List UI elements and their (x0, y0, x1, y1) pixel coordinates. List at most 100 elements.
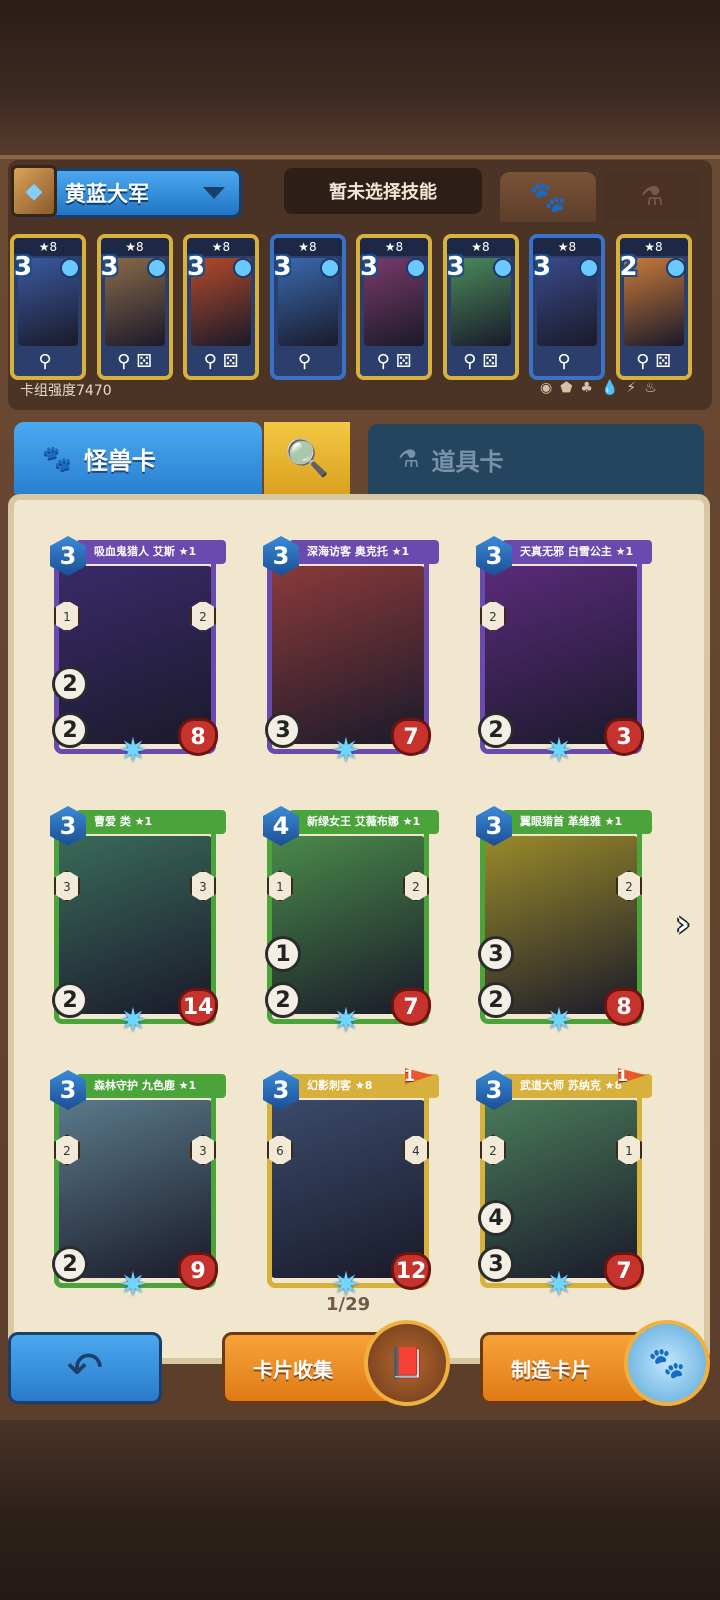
element-icon (665, 258, 686, 278)
staff-icon: ⚲ (463, 350, 477, 372)
star-icon: ✷ (544, 1265, 574, 1305)
monster-card[interactable]: 武道大师 苏纳克 ★8 3 2 1 4 3 ✷ 7 1 (476, 1066, 652, 1305)
card-hp: 8 (604, 988, 644, 1026)
monster-card[interactable]: 新绿女王 艾薇布娜 ★1 4 1 2 1 2 ✷ 7 (263, 806, 439, 1038)
tab-item-cards[interactable]: ⚗ 道具卡 (368, 424, 704, 494)
card-hp: 14 (178, 988, 218, 1026)
card-cost: 3 (360, 252, 379, 282)
potion-icon: ⚗ (640, 182, 664, 212)
shield-filter-icon[interactable]: ⬟ (560, 380, 572, 396)
next-page-arrow[interactable]: › (676, 904, 698, 944)
monster-card[interactable]: 深海访客 奥克托 ★1 3 3 ✷ 7 (263, 536, 439, 771)
circle-filter-icon[interactable]: ◉ (540, 380, 552, 396)
card-name: 翼眼猎首 革维雅 ★1 (502, 810, 652, 834)
monster-card[interactable]: 翼眼猎首 革维雅 ★1 3 2 3 2 ✷ 8 (476, 806, 652, 1038)
deck-card[interactable]: ★8 3 ⚲ ⚄ (96, 234, 173, 380)
card-defense: 2 (52, 982, 88, 1018)
tab-monster-deck[interactable]: 🐾 (500, 172, 596, 222)
leaf-filter-icon[interactable]: ♣ (580, 380, 593, 396)
deck-card[interactable]: ★8 2 ⚲ ⚄ (615, 234, 692, 380)
fire-filter-icon[interactable]: ♨ (644, 380, 657, 396)
deck-card[interactable]: ★8 3 ⚲ ⚄ (356, 234, 432, 380)
monster-card[interactable]: 天真无邪 白雪公主 ★1 3 2 2 ✷ 3 (476, 536, 652, 771)
monster-card[interactable]: 曹爱 类 ★1 3 3 3 2 ✷ 14 (50, 806, 226, 1041)
tab-monster-cards[interactable]: 🐾 怪兽卡 (14, 422, 262, 494)
paw-icon: 🐾 (42, 444, 72, 472)
collect-label: 卡片收集 (253, 1357, 333, 1382)
search-button[interactable]: 🔍 (264, 422, 350, 494)
element-filter-icons[interactable]: ◉ ⬟ ♣ 💧 ⚡ ♨ (540, 380, 657, 396)
element-icon (60, 258, 80, 278)
card-footer: ⚲ ⚄ (101, 346, 169, 376)
card-cost: 3 (446, 252, 465, 282)
card-cost: 3 (100, 252, 119, 282)
card-cost: 2 (619, 252, 638, 282)
star-icon: ✷ (544, 731, 574, 771)
flag-count: 1 (616, 1066, 628, 1085)
staff-icon: ⚲ (557, 350, 571, 372)
dice-icon: ⚄ (222, 350, 239, 372)
element-icon (492, 258, 513, 278)
card-hp: 7 (604, 1252, 644, 1290)
deck-card[interactable]: ★8 3 ⚲ ⚄ (442, 234, 519, 380)
card-name: 吸血鬼猎人 艾斯 ★1 (76, 540, 226, 564)
card-hp: 7 (391, 718, 431, 756)
card-hp: 12 (391, 1252, 431, 1290)
tab-item-label: 道具卡 (431, 447, 504, 476)
monster-card[interactable]: 幻影刺客 ★8 3 6 4 ✷ 12 1 (263, 1066, 439, 1302)
dice-icon: ⚄ (482, 350, 498, 372)
craft-label: 制造卡片 (511, 1357, 591, 1382)
deck-card[interactable]: ★8 3 ⚲ ⚄ (183, 234, 259, 380)
element-icon (319, 258, 340, 278)
card-defense: 2 (478, 712, 514, 748)
page-indicator: 1/29 (326, 1294, 371, 1315)
deck-card[interactable]: ★8 3 ⚲ (529, 234, 605, 380)
card-name: 曹爱 类 ★1 (76, 810, 226, 834)
card-hp: 9 (178, 1252, 218, 1290)
element-icon (146, 258, 167, 278)
card-defense: 2 (265, 982, 301, 1018)
card-footer: ⚲ ⚄ (620, 346, 688, 376)
card-name: 天真无邪 白雪公主 ★1 (502, 540, 652, 564)
skill-select-button[interactable]: 暂未选择技能 (284, 168, 482, 214)
card-attack: 1 (265, 936, 301, 972)
card-name: 森林守护 九色鹿 ★1 (76, 1074, 226, 1098)
water-filter-icon[interactable]: 💧 (601, 380, 618, 396)
card-cost: 3 (273, 252, 292, 282)
paw-jar-icon[interactable]: 🐾 (624, 1320, 710, 1406)
card-cost: 3 (533, 252, 552, 282)
card-attack: 2 (52, 666, 88, 702)
card-book-icon[interactable]: 📕 (364, 1320, 450, 1406)
tab-item-deck[interactable]: ⚗ (604, 172, 700, 222)
back-button[interactable]: ↶ (8, 1332, 162, 1404)
monster-card[interactable]: 吸血鬼猎人 艾斯 ★1 3 1 2 2 2 ✷ 8 (50, 536, 226, 771)
star-icon: ✷ (118, 731, 148, 771)
staff-icon: ⚲ (297, 350, 312, 372)
card-name: 新绿女王 艾薇布娜 ★1 (289, 810, 439, 834)
card-hp: 7 (391, 988, 431, 1026)
staff-icon: ⚲ (376, 350, 390, 372)
deck-selector[interactable]: ◆ 黄蓝大军 (11, 165, 242, 218)
deck-card[interactable]: ★8 3 ⚲ (269, 234, 346, 380)
card-defense: 3 (478, 1246, 514, 1282)
card-cost: 3 (187, 252, 206, 282)
card-attack: 4 (478, 1200, 514, 1236)
search-icon: 🔍 (284, 438, 330, 479)
top-background (0, 0, 720, 160)
card-footer: ⚲ ⚄ (447, 346, 515, 376)
monster-card[interactable]: 森林守护 九色鹿 ★1 3 2 3 2 ✷ 9 (50, 1070, 226, 1302)
deck-card[interactable]: ★8 3 ⚲ (10, 234, 86, 380)
card-defense: 2 (52, 1246, 88, 1282)
deck-card-strip: ★8 3 ⚲ ★8 3 ⚲ ⚄ ★8 3 ⚲ ⚄ ★8 3 ⚲ ★8 3 ⚲ ⚄ ★8 3 ⚲ ⚄ ★8 3 ⚲ ★8 2 ⚲ ⚄ (10, 234, 710, 384)
potion-icon: ⚗ (398, 445, 420, 473)
element-icon (406, 258, 426, 278)
tab-monster-label: 怪兽卡 (83, 446, 156, 475)
dice-icon: ⚄ (395, 350, 412, 372)
card-hp: 8 (178, 718, 218, 756)
staff-icon: ⚲ (38, 350, 52, 372)
card-footer: ⚲ (533, 346, 601, 376)
paw-icon: 🐾 (529, 179, 567, 215)
lightning-filter-icon[interactable]: ⚡ (626, 380, 636, 396)
star-icon: ✷ (331, 731, 361, 771)
star-icon: ✷ (118, 1001, 148, 1041)
